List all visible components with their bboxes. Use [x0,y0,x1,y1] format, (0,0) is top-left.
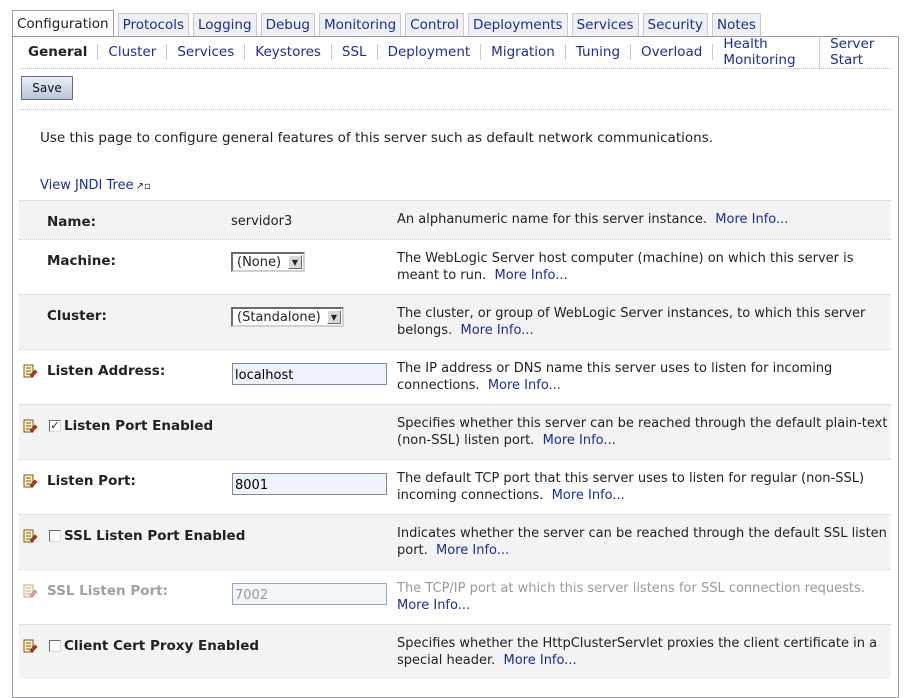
jndi-link-text[interactable]: View JNDI Tree [40,178,134,193]
tab-security[interactable]: Security [642,13,708,36]
field-help: The TCP/IP port at which this server lis… [397,580,889,614]
subtab-health-monitoring[interactable]: Health Monitoring [713,36,821,68]
config-change-icon [23,364,38,378]
field-row-ssl-listen-port-enabled: SSL Listen Port Enabled Indicates whethe… [19,514,891,569]
content-frame: General Cluster Services Keystores SSL D… [12,36,899,698]
tab-control[interactable]: Control [405,13,464,36]
config-change-icon [23,474,38,488]
field-row-listen-address: Listen Address: The IP address or DNS na… [19,349,891,404]
tab-notes[interactable]: Notes [711,13,761,36]
field-help: Specifies whether the HttpClusterServlet… [397,635,889,669]
more-info-link[interactable]: More Info... [488,378,561,393]
more-info-link[interactable]: More Info... [552,488,625,503]
field-label: SSL Listen Port Enabled [64,528,246,544]
tab-deployments[interactable]: Deployments [467,13,568,36]
help-text: The default TCP port that this server us… [397,471,865,503]
tab-protocols[interactable]: Protocols [117,13,189,36]
field-help: The IP address or DNS name this server u… [397,360,889,394]
cluster-select[interactable]: (Standalone) ▼ [231,307,344,327]
select-value: (Standalone) [237,309,321,325]
subtab-cluster[interactable]: Cluster [98,44,168,60]
more-info-link[interactable]: More Info... [397,598,470,613]
field-row-listen-port-enabled: ✓ Listen Port Enabled Specifies whether … [19,404,891,459]
field-help: The WebLogic Server host computer (machi… [397,250,889,284]
config-change-icon [23,419,38,433]
subtab-server-start[interactable]: Server Start [820,36,898,68]
ssl-listen-port-input [232,583,387,605]
field-row-cluster: Cluster: (Standalone) ▼ The cluster, or … [19,294,891,349]
field-help: Indicates whether the server can be reac… [397,525,889,559]
select-value: (None) [237,254,282,270]
subtab-overload[interactable]: Overload [631,44,714,60]
help-text: Specifies whether the HttpClusterServlet… [397,636,878,668]
help-text: The WebLogic Server host computer (machi… [397,251,854,283]
field-label: Listen Address: [47,363,166,379]
more-info-link[interactable]: More Info... [495,268,568,283]
subtab-tuning[interactable]: Tuning [566,44,632,60]
divider [19,68,892,69]
more-info-link[interactable]: More Info... [715,212,788,227]
external-link-icon: ↗▫ [135,181,151,192]
listen-address-input[interactable] [232,363,387,385]
field-row-machine: Machine: (None) ▼ The WebLogic Server ho… [19,239,891,294]
view-jndi-tree-link[interactable]: View JNDI Tree ↗▫ [40,178,151,193]
subtab-migration[interactable]: Migration [481,44,566,60]
config-change-icon [23,584,38,598]
help-text: Specifies whether this server can be rea… [397,416,888,448]
chevron-down-icon[interactable]: ▼ [327,310,341,324]
save-button[interactable]: Save [21,76,73,100]
more-info-link[interactable]: More Info... [460,323,533,338]
field-label: Name: [47,214,97,230]
field-row-listen-port: Listen Port: The default TCP port that t… [19,459,891,514]
tab-logging[interactable]: Logging [193,13,257,36]
client-cert-proxy-enabled-checkbox[interactable] [49,640,61,652]
field-row-name: Name: servidor3 An alphanumeric name for… [19,200,891,239]
field-label: SSL Listen Port: [47,583,169,599]
field-help: An alphanumeric name for this server ins… [397,211,889,228]
field-label: Client Cert Proxy Enabled [64,638,260,654]
field-help: Specifies whether this server can be rea… [397,415,889,449]
help-text: An alphanumeric name for this server ins… [397,212,708,227]
tab-monitoring[interactable]: Monitoring [318,13,402,36]
listen-port-input[interactable] [232,473,387,495]
subtab-deployment[interactable]: Deployment [378,44,482,60]
field-row-ssl-listen-port: SSL Listen Port: The TCP/IP port at whic… [19,569,891,624]
listen-port-enabled-checkbox[interactable]: ✓ [49,420,61,432]
tab-configuration[interactable]: Configuration [12,10,114,37]
divider [19,109,892,110]
config-change-icon [23,529,38,543]
help-text: The IP address or DNS name this server u… [397,361,833,393]
tab-bar: Configuration Protocols Logging Debug Mo… [12,10,765,37]
field-label: Listen Port: [47,473,136,489]
subtab-bar: General Cluster Services Keystores SSL D… [13,36,898,68]
field-label: Cluster: [47,308,107,324]
field-row-client-cert-proxy-enabled: Client Cert Proxy Enabled Specifies whet… [19,624,891,679]
more-info-link[interactable]: More Info... [504,653,577,668]
subtab-ssl[interactable]: SSL [332,44,378,60]
field-help: The cluster, or group of WebLogic Server… [397,305,889,339]
chevron-down-icon[interactable]: ▼ [288,255,302,269]
subtab-general[interactable]: General [13,44,99,60]
help-text: The TCP/IP port at which this server lis… [397,581,865,596]
tab-debug[interactable]: Debug [260,13,315,36]
tab-services[interactable]: Services [571,13,639,36]
field-label: Machine: [47,253,116,269]
field-help: The default TCP port that this server us… [397,470,889,504]
server-name-value: servidor3 [231,214,293,229]
config-change-icon [23,639,38,653]
machine-select[interactable]: (None) ▼ [231,252,305,272]
subtab-services[interactable]: Services [167,44,246,60]
page-description: Use this page to configure general featu… [40,130,714,146]
more-info-link[interactable]: More Info... [436,543,509,558]
field-label: Listen Port Enabled [64,418,214,434]
ssl-listen-port-enabled-checkbox[interactable] [49,530,61,542]
more-info-link[interactable]: More Info... [543,433,616,448]
subtab-keystores[interactable]: Keystores [245,44,332,60]
